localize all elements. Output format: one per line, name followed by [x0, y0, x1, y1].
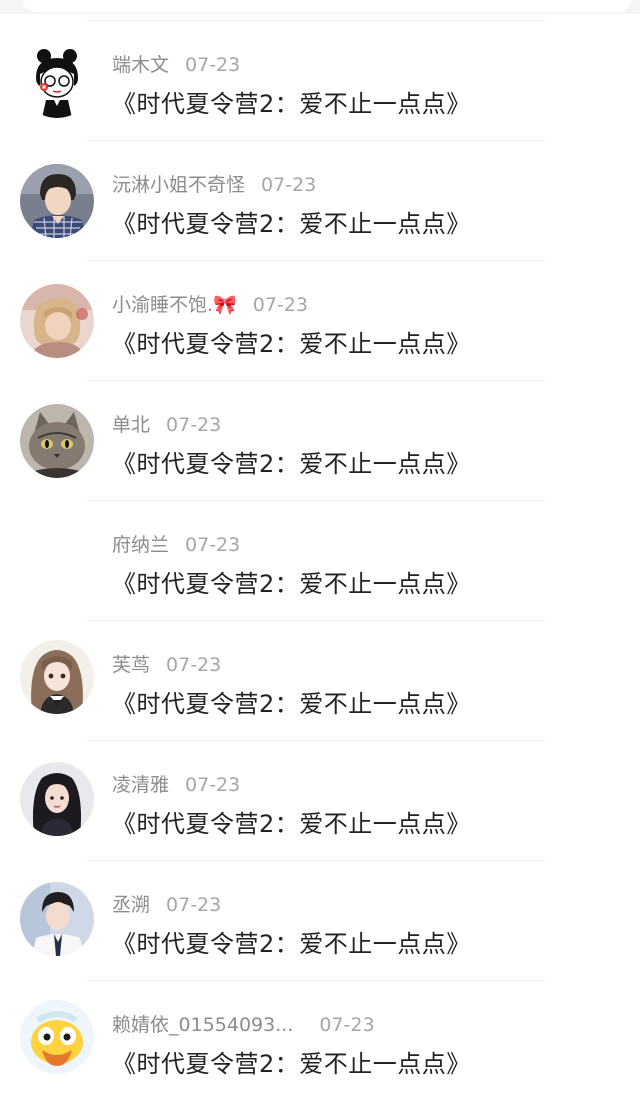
comment-time: 07-23 [185, 54, 241, 76]
divider [86, 20, 546, 21]
username[interactable]: 芙茑 [112, 654, 150, 676]
comment-text: 《时代夏令营2：爱不止一点点》 [112, 450, 471, 478]
comment-time: 07-23 [185, 534, 241, 556]
comment-item[interactable]: 凌清雅 07-23 《时代夏令营2：爱不止一点点》 [0, 742, 640, 862]
comment-item[interactable]: 芙茑 07-23 《时代夏令营2：爱不止一点点》 [0, 622, 640, 742]
comment-meta: 府纳兰 07-23 [112, 530, 240, 557]
divider [86, 620, 546, 621]
username[interactable]: 小渝睡不饱.🎀 [112, 294, 237, 316]
comment-text: 《时代夏令营2：爱不止一点点》 [112, 690, 471, 718]
comment-time: 07-23 [166, 894, 222, 916]
comment-text: 《时代夏令营2：爱不止一点点》 [112, 90, 471, 118]
username[interactable]: 府纳兰 [112, 534, 169, 556]
comment-item[interactable]: 赖婧依_01554093... 07-23 《时代夏令营2：爱不止一点点》 [0, 982, 640, 1102]
divider [86, 500, 546, 501]
comment-meta: 沅淋小姐不奇怪 07-23 [112, 170, 316, 197]
boy-plaid-shirt-avatar[interactable] [20, 164, 94, 238]
comment-time: 07-23 [166, 414, 222, 436]
comment-item[interactable]: 单北 07-23 《时代夏令营2：爱不止一点点》 [0, 382, 640, 502]
anime-girl-avatar[interactable] [20, 640, 94, 714]
comment-text: 《时代夏令营2：爱不止一点点》 [112, 330, 471, 358]
comment-text: 《时代夏令营2：爱不止一点点》 [112, 810, 471, 838]
comment-text: 《时代夏令营2：爱不止一点点》 [112, 570, 471, 598]
comment-meta: 凌清雅 07-23 [112, 770, 240, 797]
comment-item[interactable]: 府纳兰 07-23 《时代夏令营2：爱不止一点点》 [0, 502, 640, 622]
username[interactable]: 沅淋小姐不奇怪 [112, 174, 245, 196]
divider [86, 740, 546, 741]
comment-text: 《时代夏令营2：爱不止一点点》 [112, 1050, 471, 1078]
comment-meta: 单北 07-23 [112, 410, 221, 437]
comment-meta: 小渝睡不饱.🎀 07-23 [112, 290, 308, 317]
comment-item[interactable]: 沅淋小姐不奇怪 07-23 《时代夏令营2：爱不止一点点》 [0, 142, 640, 262]
comment-meta: 端木文 07-23 [112, 50, 240, 77]
divider [86, 860, 546, 861]
comment-time: 07-23 [185, 774, 241, 796]
comment-text: 《时代夏令营2：爱不止一点点》 [112, 210, 471, 238]
yellow-cartoon-avatar[interactable] [20, 1000, 94, 1074]
comment-meta: 芙茑 07-23 [112, 650, 221, 677]
comment-time: 07-23 [319, 1014, 375, 1036]
username[interactable]: 单北 [112, 414, 150, 436]
cartoon-girl-avatar[interactable] [20, 44, 94, 118]
comment-time: 07-23 [252, 294, 308, 316]
comment-text: 《时代夏令营2：爱不止一点点》 [112, 930, 471, 958]
username[interactable]: 端木文 [112, 54, 169, 76]
divider [86, 980, 546, 981]
blonde-child-avatar[interactable] [20, 284, 94, 358]
comment-meta: 赖婧依_01554093... 07-23 [112, 1010, 375, 1037]
dark-hair-girl-avatar[interactable] [20, 762, 94, 836]
divider [86, 380, 546, 381]
username[interactable]: 凌清雅 [112, 774, 169, 796]
comment-item[interactable]: 丞溯 07-23 《时代夏令营2：爱不止一点点》 [0, 862, 640, 982]
divider [86, 260, 546, 261]
comment-time: 07-23 [261, 174, 317, 196]
username[interactable]: 丞溯 [112, 894, 150, 916]
comment-time: 07-23 [166, 654, 222, 676]
boy-white-shirt-avatar[interactable] [20, 882, 94, 956]
comment-item[interactable]: 端木文 07-23 《时代夏令营2：爱不止一点点》 [0, 22, 640, 142]
comment-item[interactable]: 小渝睡不饱.🎀 07-23 《时代夏令营2：爱不止一点点》 [0, 262, 640, 382]
comment-list: 端木文 07-23 《时代夏令营2：爱不止一点点》 沅淋小姐不奇怪 07-23 《时… [0, 0, 640, 1088]
divider [86, 140, 546, 141]
username[interactable]: 赖婧依_01554093... [112, 1014, 293, 1036]
comment-meta: 丞溯 07-23 [112, 890, 221, 917]
cat-avatar[interactable] [20, 404, 94, 478]
